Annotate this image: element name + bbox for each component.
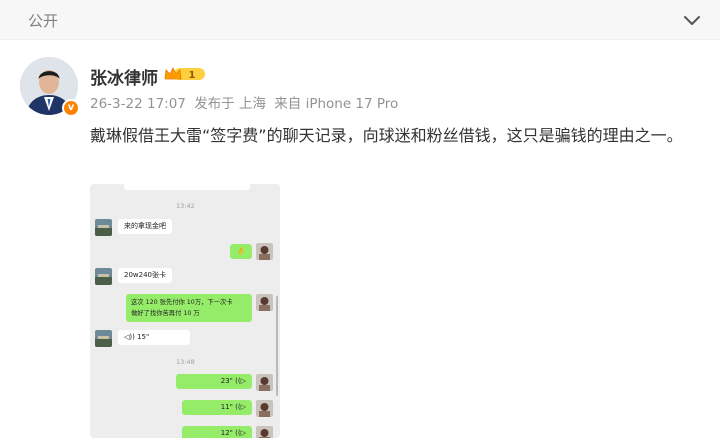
post-text: 戴琳假借王大雷“签字费”的聊天记录，向球迷和粉丝借钱，这只是骗钱的理由之一。 xyxy=(90,126,683,145)
chat-message: 20w240张卡 xyxy=(118,268,172,283)
chat-message-line: 做好了找你苦再付 10 万 xyxy=(131,310,200,317)
voice-message: 12" ((▷ xyxy=(182,426,252,438)
self-avatar xyxy=(256,426,273,438)
voice-message: 11" ((▷ xyxy=(182,400,252,415)
post-location: 发布于 上海 xyxy=(194,96,266,112)
voice-duration: 15" xyxy=(137,333,150,341)
voice-message: 23" ((▷ xyxy=(176,374,252,389)
chat-screenshot-image[interactable]: 13:42 来的拿现金吧 👌 20w240张卡 这次 120 张先付你 10万，… xyxy=(90,184,280,438)
author-name[interactable]: 张冰律师 xyxy=(90,64,158,89)
contact-avatar xyxy=(95,330,112,347)
chat-message-green: 这次 120 张先付你 10万，下一次卡 做好了找你苦再付 10 万 xyxy=(126,294,252,322)
self-avatar xyxy=(256,400,273,417)
post-header-bar: 公开 xyxy=(0,0,720,40)
voice-wave-icon: ((▷ xyxy=(235,377,246,385)
self-avatar xyxy=(256,243,273,260)
chat-bubble-cut xyxy=(124,184,250,190)
chat-message: 来的拿现金吧 xyxy=(118,219,172,234)
self-avatar xyxy=(256,294,273,311)
chat-message: 👌 xyxy=(230,244,252,259)
contact-avatar xyxy=(95,268,112,285)
chat-scrollbar xyxy=(276,296,278,396)
chat-message-line: 这次 120 张先付你 10万，下一次卡 xyxy=(131,299,233,306)
level-number: 1 xyxy=(189,70,196,81)
visibility-label: 公开 xyxy=(28,12,59,30)
chevron-down-icon[interactable] xyxy=(682,10,702,30)
post-meta: 26-3-22 17:07 发布于 上海 来自 iPhone 17 Pro xyxy=(90,92,398,112)
post-device: 来自 iPhone 17 Pro xyxy=(274,96,399,112)
self-avatar xyxy=(256,374,273,391)
post-date[interactable]: 26-3-22 17:07 xyxy=(90,96,186,112)
voice-wave-icon: ((▷ xyxy=(235,403,246,411)
voice-wave-icon: ((▷ xyxy=(235,429,246,437)
voice-wave-icon: ◁)) xyxy=(124,333,135,341)
voice-duration: 23" xyxy=(220,377,233,385)
voice-duration: 12" xyxy=(220,429,233,437)
voice-duration: 11" xyxy=(220,403,233,411)
level-crown-icon[interactable]: 1 xyxy=(164,66,206,82)
chat-timestamp: 13:48 xyxy=(176,358,195,366)
contact-avatar xyxy=(95,219,112,236)
verified-badge-icon: v xyxy=(62,99,80,117)
chat-timestamp: 13:42 xyxy=(176,202,195,210)
voice-message: ◁)) 15" xyxy=(118,330,190,345)
